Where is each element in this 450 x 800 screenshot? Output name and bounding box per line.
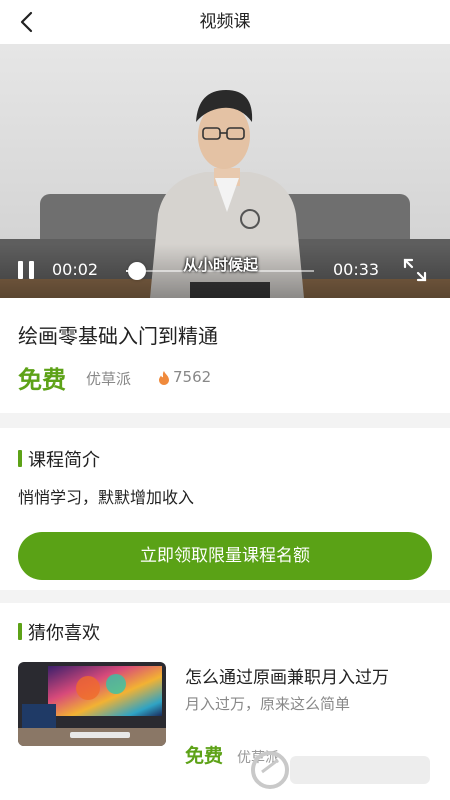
intro-text: 悄悄学习，默默增加收入 [18, 488, 195, 507]
recommend-title[interactable]: 怎么通过原画兼职月入过万 [185, 663, 389, 688]
cta-section: 立即领取限量课程名额 [0, 522, 450, 590]
course-intro-section: 课程简介 悄悄学习，默默增加收入 [0, 428, 450, 522]
video-subtitle: 从小时候起 [183, 256, 259, 274]
flame-icon [159, 371, 169, 385]
view-count: 7562 [173, 368, 212, 386]
recommend-thumbnail[interactable] [18, 662, 166, 746]
course-provider: 优草派 [86, 370, 132, 388]
course-info: 绘画零基础入门到精通 免费 优草派 7562 [0, 298, 450, 413]
recommend-desc: 月入过万，原来这么简单 [185, 695, 351, 713]
recommend-price: 免费 [185, 745, 224, 767]
section-marker [18, 450, 22, 467]
progress-knob[interactable] [128, 262, 147, 280]
recommend-heading: 猜你喜欢 [28, 623, 100, 644]
page-title: 视频课 [199, 12, 251, 32]
course-title: 绘画零基础入门到精通 [18, 324, 218, 348]
current-time: 00:02 [52, 260, 99, 279]
claim-course-button[interactable]: 立即领取限量课程名额 [18, 532, 432, 580]
top-nav-bar: 视频课 [0, 0, 450, 44]
intro-heading: 课程简介 [28, 450, 100, 471]
total-time: 00:33 [333, 260, 380, 279]
video-player[interactable]: 00:02 从小时候起 00:33 [0, 44, 450, 298]
fullscreen-button[interactable] [401, 256, 429, 284]
course-price: 免费 [18, 366, 66, 394]
thumbnail-image [18, 662, 166, 746]
fullscreen-icon [403, 258, 427, 282]
pause-icon [18, 261, 23, 279]
pause-button[interactable] [18, 258, 40, 282]
site-watermark-logo [251, 751, 430, 789]
section-marker [18, 623, 22, 640]
player-controls: 00:02 从小时候起 00:33 [0, 244, 450, 298]
